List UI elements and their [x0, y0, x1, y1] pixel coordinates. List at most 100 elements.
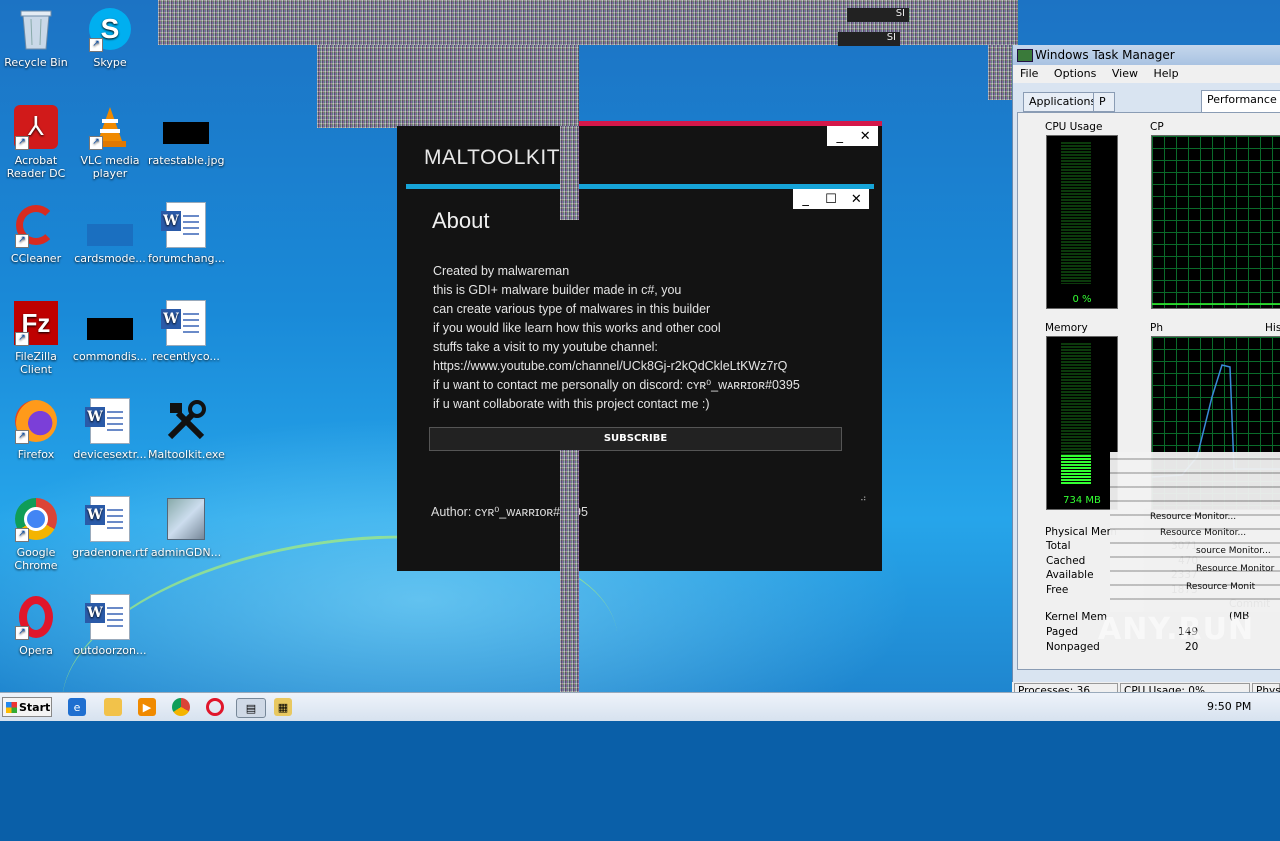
- desktop-icon-filezilla[interactable]: Fz ↗ FileZilla Client: [0, 300, 74, 376]
- desktop-icon-forumchang[interactable]: W forumchang...: [148, 202, 226, 265]
- resize-grip-icon[interactable]: ⠴: [860, 494, 867, 504]
- icon-label: CCleaner: [10, 252, 62, 265]
- stat-cached-label: Cached: [1046, 555, 1086, 567]
- desktop-icon-recentlyco[interactable]: W recentlyco...: [148, 300, 224, 363]
- resource-monitor-link[interactable]: Resource Monitor...: [1160, 528, 1246, 538]
- resource-monitor-link[interactable]: Resource Monitor: [1196, 564, 1274, 574]
- windows-flag-icon: [6, 702, 17, 713]
- task-manager-titlebar[interactable]: Windows Task Manager: [1013, 45, 1280, 65]
- filezilla-icon: Fz ↗: [13, 300, 59, 346]
- clock[interactable]: 9:50 PM: [1207, 700, 1251, 713]
- glitch-strip: [560, 450, 579, 692]
- word-document-icon: W: [85, 496, 133, 542]
- desktop-icon-outdoorzon[interactable]: W outdoorzon...: [72, 594, 148, 657]
- history-label: Hist: [1265, 322, 1280, 334]
- installer-icon: [163, 496, 209, 542]
- resource-monitor-link[interactable]: Resource Monit: [1186, 582, 1255, 592]
- maximize-icon[interactable]: ☐: [820, 192, 842, 207]
- media-player-icon[interactable]: ▶: [138, 698, 156, 716]
- chrome-icon: ↗: [13, 496, 59, 542]
- shortcut-arrow-icon: ↗: [89, 136, 103, 150]
- start-button[interactable]: Start: [2, 697, 52, 717]
- memory-label: Memory: [1045, 322, 1088, 334]
- stat-nonpaged-label: Nonpaged: [1046, 641, 1100, 653]
- desktop-icon-acrobat[interactable]: ⅄ ↗ Acrobat Reader DC: [0, 104, 74, 180]
- menu-file[interactable]: File: [1020, 67, 1038, 80]
- start-label: Start: [19, 701, 51, 714]
- desktop-icon-gradenone[interactable]: W gradenone.rtf: [72, 496, 148, 559]
- desktop-icon-cardsmode[interactable]: cardsmode...: [72, 202, 148, 265]
- about-line: if u want to contact me personally on di…: [433, 378, 800, 392]
- youtube-link[interactable]: https://www.youtube.com/channel/UCk8Gj-r…: [433, 357, 800, 376]
- about-line: stuffs take a visit to my youtube channe…: [433, 340, 658, 354]
- desktop-icon-opera[interactable]: ↗ Opera: [0, 594, 74, 657]
- icon-label: gradenone.rtf: [72, 546, 148, 559]
- menu-options[interactable]: Options: [1054, 67, 1096, 80]
- word-document-icon: W: [85, 594, 133, 640]
- desktop-icon-skype[interactable]: S ↗ Skype: [72, 6, 148, 69]
- desktop-icon-chrome[interactable]: ↗ Google Chrome: [0, 496, 74, 572]
- menu-help[interactable]: Help: [1153, 67, 1178, 80]
- task-manager-taskbar-icon[interactable]: ▤: [236, 698, 266, 718]
- tab-performance[interactable]: Performance: [1201, 90, 1280, 112]
- icon-label: adminGDN...: [150, 546, 222, 559]
- about-window-controls: _ ☐ ✕: [793, 189, 869, 209]
- task-manager-icon: [1017, 49, 1033, 62]
- menu-bar: File Options View Help: [1013, 65, 1280, 83]
- resource-monitor-link[interactable]: Resource Monitor...: [1150, 512, 1236, 522]
- desktop-icon-firefox[interactable]: ↗ Firefox: [0, 398, 74, 461]
- resource-monitor-link[interactable]: source Monitor...: [1196, 546, 1271, 556]
- opera-taskbar-icon[interactable]: [206, 698, 224, 716]
- desktop-icon-admingdn[interactable]: adminGDN...: [148, 496, 224, 559]
- shortcut-arrow-icon: ↗: [15, 430, 29, 444]
- chrome-taskbar-icon[interactable]: [172, 698, 190, 716]
- icon-label: outdoorzon...: [73, 644, 147, 657]
- desktop-icon-ccleaner[interactable]: ↗ CCleaner: [0, 202, 74, 265]
- tab-applications[interactable]: Applications: [1023, 92, 1103, 112]
- shortcut-arrow-icon: ↗: [89, 38, 103, 52]
- minimize-icon[interactable]: _: [829, 129, 851, 144]
- ccleaner-icon: ↗: [13, 202, 59, 248]
- desktop-icon-maltoolkit[interactable]: Maltoolkit.exe: [148, 398, 225, 461]
- tab-strip: Applications P Performance: [1013, 90, 1280, 112]
- memory-meter: 734 MB: [1046, 336, 1118, 510]
- icon-label: commondis...: [72, 350, 148, 363]
- icon-label: FileZilla Client: [15, 350, 57, 376]
- glitch-label: SI: [847, 8, 909, 22]
- icon-label: forumchang...: [148, 252, 226, 265]
- icon-label: recentlyco...: [152, 350, 220, 363]
- desktop-icon-devicesextr[interactable]: W devicesextr...: [72, 398, 148, 461]
- task-manager-title: Windows Task Manager: [1035, 48, 1175, 62]
- glitch-region: [988, 45, 1012, 100]
- stat-total-label: Total: [1046, 540, 1071, 552]
- icon-label: cardsmode...: [74, 252, 146, 265]
- subscribe-button[interactable]: SUBSCRIBE: [429, 427, 842, 451]
- glitch-label: SI: [838, 32, 900, 46]
- vlc-cone-icon: ↗: [87, 104, 133, 150]
- tab-processes[interactable]: P: [1093, 92, 1115, 112]
- cpu-history-label: CP: [1150, 121, 1164, 133]
- ie-icon[interactable]: e: [68, 698, 86, 716]
- stat-paged-label: Paged: [1046, 626, 1079, 638]
- icon-label: Google Chrome: [14, 546, 58, 572]
- menu-view[interactable]: View: [1112, 67, 1138, 80]
- shortcut-arrow-icon: ↗: [15, 136, 29, 150]
- close-icon[interactable]: ✕: [854, 129, 876, 144]
- icon-label: ratestable.jpg: [148, 154, 225, 167]
- cpu-history-graph: [1151, 135, 1280, 309]
- desktop-icon-ratestable[interactable]: ratestable.jpg: [148, 104, 224, 167]
- desktop-icon-vlc[interactable]: ↗ VLC media player: [72, 104, 148, 180]
- icon-label: Skype: [93, 56, 127, 69]
- close-icon[interactable]: ✕: [845, 192, 867, 207]
- maltoolkit-taskbar-icon[interactable]: ▦: [274, 698, 292, 716]
- desktop-icon-commondis[interactable]: commondis...: [72, 300, 148, 363]
- minimize-icon[interactable]: _: [795, 192, 817, 207]
- maltoolkit-title: MALTOOLKIT: [424, 146, 561, 169]
- explorer-folder-icon[interactable]: [104, 698, 122, 716]
- word-document-icon: W: [161, 202, 209, 248]
- desktop-icon-recycle-bin[interactable]: Recycle Bin: [0, 6, 74, 69]
- icon-label: devicesextr...: [73, 448, 147, 461]
- shortcut-arrow-icon: ↗: [15, 626, 29, 640]
- about-line: if you would like learn how this works a…: [433, 321, 721, 335]
- icon-label: Maltoolkit.exe: [148, 448, 225, 461]
